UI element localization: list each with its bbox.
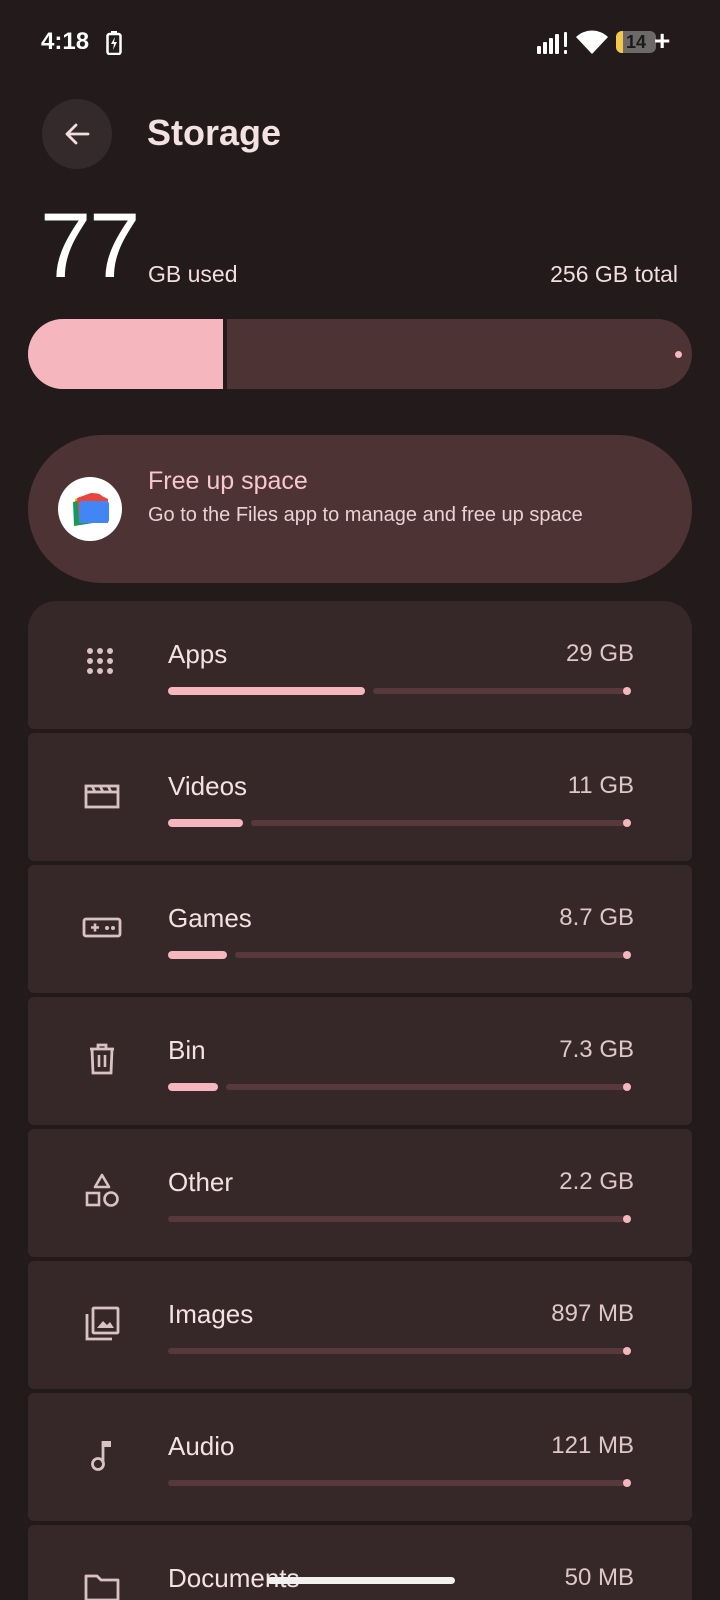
category-usage-track — [226, 1084, 626, 1090]
page-title: Storage — [147, 112, 282, 153]
category-label: Videos — [168, 771, 248, 801]
music-note-icon — [82, 1435, 122, 1475]
folder-icon — [82, 1567, 122, 1600]
category-usage-end-dot — [623, 687, 631, 695]
status-time: 4:18 — [41, 28, 90, 55]
category-label: Audio — [168, 1431, 235, 1461]
category-usage-track — [250, 820, 626, 826]
storage-category-games[interactable]: Games 8.7 GB — [28, 865, 692, 993]
category-usage-fill — [168, 951, 228, 959]
storage-category-other[interactable]: Other 2.2 GB — [28, 1129, 692, 1257]
files-app-icon — [58, 477, 122, 541]
category-usage-track — [168, 1480, 626, 1486]
category-usage-end-dot — [623, 1083, 631, 1091]
gesture-navigation-bar[interactable] — [267, 1577, 455, 1584]
storage-category-apps[interactable]: Apps 29 GB — [28, 601, 692, 729]
category-label: Games — [168, 903, 252, 933]
category-size: 7.3 GB — [559, 1036, 634, 1063]
category-size: 11 GB — [567, 772, 634, 799]
category-label: Bin — [168, 1035, 206, 1065]
shapes-icon — [82, 1171, 122, 1211]
back-button[interactable] — [42, 99, 112, 169]
gamepad-icon — [82, 907, 122, 947]
storage-usage-fill — [28, 319, 228, 389]
files-logo-icon — [73, 493, 109, 526]
wifi-icon — [576, 30, 608, 54]
arrow-back-icon — [65, 123, 90, 145]
battery-indicator: 14 — [616, 31, 656, 53]
used-storage-label: GB used — [148, 261, 238, 287]
free-up-space-card[interactable]: Free up space Go to the Files app to man… — [28, 435, 692, 583]
storage-category-documents[interactable]: Documents 50 MB — [28, 1525, 692, 1600]
apps-grid-icon — [82, 643, 122, 683]
category-usage-fill — [168, 1083, 219, 1091]
category-usage-end-dot — [623, 1215, 631, 1223]
storage-category-images[interactable]: Images 897 MB — [28, 1261, 692, 1389]
category-label: Other — [168, 1167, 234, 1197]
category-usage-fill — [168, 687, 365, 695]
category-size: 50 MB — [564, 1564, 634, 1591]
battery-level: 14 — [625, 32, 647, 52]
category-size: 897 MB — [551, 1300, 634, 1327]
category-usage-end-dot — [623, 819, 631, 827]
category-usage-track — [372, 688, 626, 694]
trash-bin-icon — [82, 1039, 122, 1079]
cell-signal-icon — [537, 32, 567, 54]
category-usage-end-dot — [623, 951, 631, 959]
category-usage-track — [235, 952, 626, 958]
category-size: 8.7 GB — [559, 904, 634, 931]
category-usage-track — [168, 1216, 626, 1222]
storage-category-list: Apps 29 GB Videos 11 GB Games 8.7 GB Bin… — [28, 601, 692, 1600]
category-usage-end-dot — [623, 1479, 631, 1487]
category-usage-end-dot — [623, 1347, 631, 1355]
category-usage-fill — [168, 819, 243, 827]
storage-usage-bar — [28, 319, 692, 389]
category-size: 29 GB — [565, 640, 634, 667]
storage-category-audio[interactable]: Audio 121 MB — [28, 1393, 692, 1521]
image-gallery-icon — [82, 1303, 122, 1343]
category-label: Images — [168, 1299, 254, 1329]
free-up-space-subtitle: Go to the Files app to manage and free u… — [148, 504, 583, 526]
category-size: 121 MB — [551, 1432, 634, 1459]
category-label: Apps — [168, 639, 228, 669]
storage-category-bin[interactable]: Bin 7.3 GB — [28, 997, 692, 1125]
battery-charging-icon — [106, 31, 122, 55]
category-usage-track — [168, 1348, 626, 1354]
video-clapper-icon — [82, 775, 122, 815]
free-up-space-title: Free up space — [148, 467, 308, 495]
category-size: 2.2 GB — [559, 1168, 634, 1195]
used-storage-number: 77 — [40, 195, 140, 297]
battery-saver-plus: + — [654, 25, 671, 56]
storage-usage-end-dot — [675, 351, 682, 358]
status-bar: 4:18 14 + — [0, 0, 720, 86]
storage-category-videos[interactable]: Videos 11 GB — [28, 733, 692, 861]
total-storage-label: 256 GB total — [550, 261, 678, 287]
